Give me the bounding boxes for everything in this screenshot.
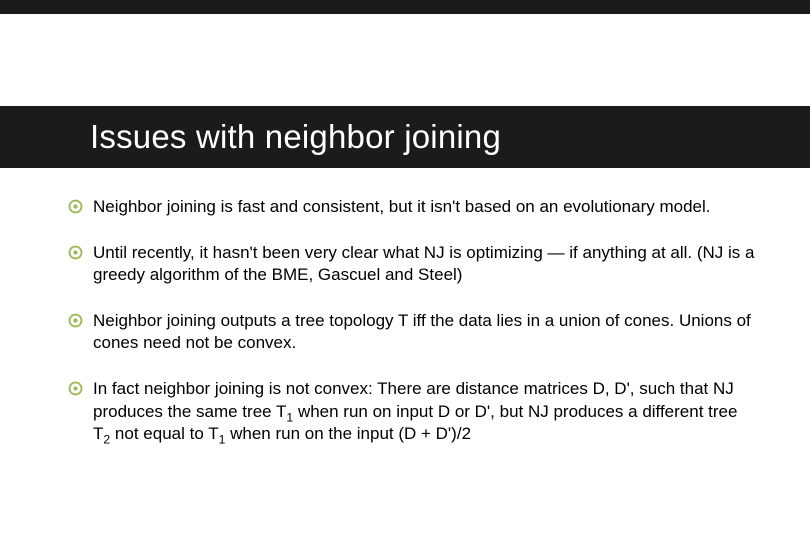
bullet-item: Until recently, it hasn't been very clea… — [68, 242, 756, 286]
slide: Issues with neighbor joining Neighbor jo… — [0, 0, 810, 540]
bullet-text: Neighbor joining is fast and consistent,… — [93, 196, 711, 218]
bullet-item: In fact neighbor joining is not convex: … — [68, 378, 756, 444]
slide-content: Neighbor joining is fast and consistent,… — [68, 196, 756, 469]
target-bullet-icon — [68, 245, 83, 260]
bullet-text: In fact neighbor joining is not convex: … — [93, 378, 756, 444]
target-bullet-icon — [68, 313, 83, 328]
top-bar — [0, 0, 810, 14]
target-bullet-icon — [68, 199, 83, 214]
slide-title: Issues with neighbor joining — [0, 118, 501, 156]
bullet-text: Neighbor joining outputs a tree topology… — [93, 310, 756, 354]
target-bullet-icon — [68, 381, 83, 396]
bullet-text: Until recently, it hasn't been very clea… — [93, 242, 756, 286]
bullet-item: Neighbor joining is fast and consistent,… — [68, 196, 756, 218]
title-band: Issues with neighbor joining — [0, 106, 810, 168]
bullet-item: Neighbor joining outputs a tree topology… — [68, 310, 756, 354]
